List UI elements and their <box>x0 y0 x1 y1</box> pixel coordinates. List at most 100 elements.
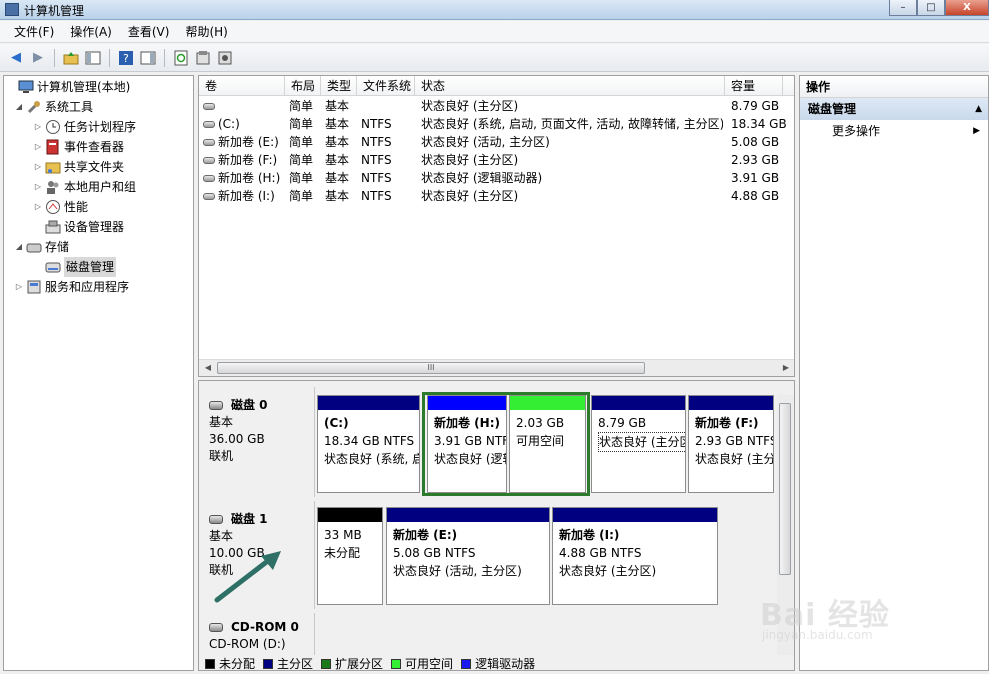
vertical-scroll-thumb[interactable] <box>779 403 791 575</box>
menu-view[interactable]: 查看(V) <box>120 22 178 42</box>
computer-management-icon <box>5 3 19 16</box>
menu-help[interactable]: 帮助(H) <box>177 22 235 42</box>
collapsed-triangle-icon[interactable]: ▷ <box>14 277 24 297</box>
show-hide-action-pane-icon[interactable] <box>138 48 158 68</box>
column-header-filesystem[interactable]: 文件系统 <box>357 76 415 96</box>
svg-text:?: ? <box>123 52 129 65</box>
volume-icon <box>203 175 215 182</box>
collapsed-triangle-icon[interactable]: ▷ <box>33 197 43 217</box>
settings-icon[interactable] <box>215 48 235 68</box>
baidu-watermark: Bai 经验 jingyan.baidu.com <box>760 598 890 642</box>
partition-e[interactable]: 新加卷 (E:) 5.08 GB NTFS 状态良好 (活动, 主分区) <box>386 507 550 605</box>
performance-icon <box>45 199 61 215</box>
partition-unlabeled[interactable]: 8.79 GB 状态良好 (主分区) <box>591 395 686 493</box>
tools-icon <box>26 99 42 115</box>
storage-icon <box>26 239 42 255</box>
cdrom-0-info[interactable]: CD-ROM 0 CD-ROM (D:) <box>201 613 315 657</box>
tree-item-root[interactable]: 计算机管理(本地) <box>6 77 130 97</box>
legend-logical: 逻辑驱动器 <box>461 655 535 670</box>
tree-item-system-tools[interactable]: ◢ 系统工具 <box>14 97 93 117</box>
computer-icon <box>18 79 34 95</box>
maximize-button[interactable]: □ <box>917 0 945 16</box>
disk-management-icon <box>45 259 61 275</box>
properties-icon[interactable] <box>193 48 213 68</box>
scroll-left-arrow-icon[interactable]: ◀ <box>202 362 214 374</box>
table-row[interactable]: 简单 基本 状态良好 (主分区) 8.79 GB <box>199 97 779 115</box>
horizontal-scrollbar[interactable]: ◀ III ▶ <box>199 359 794 376</box>
table-row[interactable]: 新加卷 (I:) 简单 基本 NTFS 状态良好 (主分区) 4.88 GB <box>199 187 779 205</box>
volume-icon <box>203 103 215 110</box>
back-arrow-icon[interactable]: ◀ <box>6 48 26 68</box>
partition-c[interactable]: (C:) 18.34 GB NTFS 状态良好 (系统, 启动 <box>317 395 420 493</box>
partition-unallocated[interactable]: 33 MB 未分配 <box>317 507 383 605</box>
shared-folder-icon <box>45 159 61 175</box>
tree-item-performance[interactable]: ▷ 性能 <box>33 197 88 217</box>
show-hide-tree-icon[interactable] <box>83 48 103 68</box>
volume-list-header: 卷 布局 类型 文件系统 状态 容量 <box>199 76 794 96</box>
collapsed-triangle-icon[interactable]: ▷ <box>33 117 43 137</box>
minimize-button[interactable]: – <box>889 0 917 16</box>
scroll-right-arrow-icon[interactable]: ▶ <box>780 362 792 374</box>
menu-action[interactable]: 操作(A) <box>62 22 120 42</box>
expanded-triangle-icon[interactable]: ◢ <box>14 97 24 117</box>
clock-icon <box>45 119 61 135</box>
partition-f[interactable]: 新加卷 (F:) 2.93 GB NTFS 状态良好 (主分区) <box>688 395 774 493</box>
forward-arrow-icon[interactable]: ▶ <box>28 48 48 68</box>
partition-free-space[interactable]: 2.03 GB 可用空间 <box>509 395 586 493</box>
volume-icon <box>203 139 215 146</box>
horizontal-scroll-thumb[interactable]: III <box>217 362 645 374</box>
help-icon[interactable]: ? <box>116 48 136 68</box>
table-row[interactable]: (C:) 简单 基本 NTFS 状态良好 (系统, 启动, 页面文件, 活动, … <box>199 115 787 133</box>
legend-free-space: 可用空间 <box>391 655 453 670</box>
hard-disk-icon <box>209 515 223 524</box>
column-header-capacity[interactable]: 容量 <box>725 76 783 96</box>
legend-primary: 主分区 <box>263 655 313 670</box>
disk-0-info[interactable]: 磁盘 0 基本 36.00 GB 联机 <box>201 387 315 497</box>
actions-section-disk-management[interactable]: 磁盘管理 ▲ <box>800 98 988 120</box>
navigation-tree: 计算机管理(本地) ◢ 系统工具 ▷ 任务计划程序 ▷ 事件查看器 ▷ 共享文件… <box>3 75 194 671</box>
toolbar: ◀ ▶ ? <box>0 44 989 72</box>
menu-file[interactable]: 文件(F) <box>6 22 62 42</box>
services-icon <box>26 279 42 295</box>
close-button[interactable]: X <box>945 0 989 16</box>
collapsed-triangle-icon[interactable]: ▷ <box>33 177 43 197</box>
actions-header: 操作 <box>800 76 988 98</box>
tree-item-task-scheduler[interactable]: ▷ 任务计划程序 <box>33 117 136 137</box>
up-folder-icon[interactable] <box>61 48 81 68</box>
column-header-status[interactable]: 状态 <box>415 76 725 96</box>
more-actions-item[interactable]: 更多操作 ▶ <box>800 120 988 142</box>
collapsed-triangle-icon[interactable]: ▷ <box>33 137 43 157</box>
window-title: 计算机管理 <box>24 4 85 18</box>
tree-item-event-viewer[interactable]: ▷ 事件查看器 <box>33 137 124 157</box>
legend: 未分配 主分区 扩展分区 可用空间 逻辑驱动器 <box>199 655 794 670</box>
tree-item-disk-management[interactable]: 磁盘管理 <box>43 257 117 277</box>
column-header-layout[interactable]: 布局 <box>285 76 321 96</box>
tree-item-shared-folders[interactable]: ▷ 共享文件夹 <box>33 157 124 177</box>
volume-list: 卷 布局 类型 文件系统 状态 容量 简单 基本 状态良好 (主分区) 8.79… <box>198 75 795 377</box>
tree-item-services-apps[interactable]: ▷ 服务和应用程序 <box>14 277 129 297</box>
annotation-arrow-icon <box>214 551 281 603</box>
refresh-icon[interactable] <box>171 48 191 68</box>
table-row[interactable]: 新加卷 (E:) 简单 基本 NTFS 状态良好 (活动, 主分区) 5.08 … <box>199 133 779 151</box>
volume-icon <box>203 157 215 164</box>
tree-item-device-manager[interactable]: 设备管理器 <box>43 217 124 237</box>
partition-i[interactable]: 新加卷 (I:) 4.88 GB NTFS 状态良好 (主分区) <box>552 507 718 605</box>
legend-unallocated: 未分配 <box>205 655 255 670</box>
hard-disk-icon <box>209 401 223 410</box>
collapsed-triangle-icon[interactable]: ▷ <box>33 157 43 177</box>
tree-item-local-users[interactable]: ▷ 本地用户和组 <box>33 177 136 197</box>
disk-layout-view: 磁盘 0 基本 36.00 GB 联机 (C:) 18.34 GB NTFS 状… <box>198 380 795 671</box>
partition-h[interactable]: 新加卷 (H:) 3.91 GB NTFS 状态良好 (逻辑驱动器) <box>427 395 507 493</box>
column-header-type[interactable]: 类型 <box>321 76 357 96</box>
menu-bar: 文件(F) 操作(A) 查看(V) 帮助(H) <box>0 21 989 43</box>
cd-drive-icon <box>209 623 223 632</box>
volume-icon <box>203 193 215 200</box>
legend-extended: 扩展分区 <box>321 655 383 670</box>
collapse-up-icon[interactable]: ▲ <box>975 98 982 120</box>
actions-pane: 操作 磁盘管理 ▲ 更多操作 ▶ <box>799 75 989 671</box>
expanded-triangle-icon[interactable]: ◢ <box>14 237 24 257</box>
table-row[interactable]: 新加卷 (F:) 简单 基本 NTFS 状态良好 (主分区) 2.93 GB <box>199 151 779 169</box>
column-header-volume[interactable]: 卷 <box>199 76 285 96</box>
table-row[interactable]: 新加卷 (H:) 简单 基本 NTFS 状态良好 (逻辑驱动器) 3.91 GB <box>199 169 779 187</box>
tree-item-storage[interactable]: ◢ 存储 <box>14 237 69 257</box>
